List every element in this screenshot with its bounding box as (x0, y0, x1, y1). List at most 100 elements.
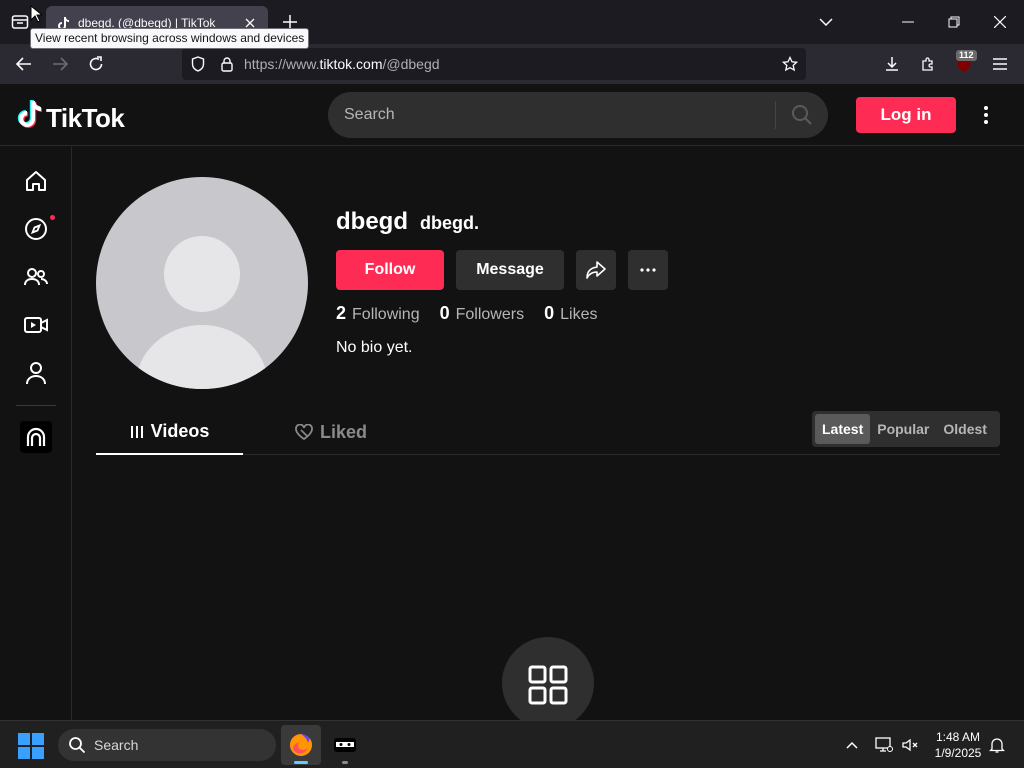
profile-stats: 2 Following 0 Followers 0 Likes (336, 303, 617, 324)
firefox-view-tooltip: View recent browsing across windows and … (30, 28, 310, 49)
search-button[interactable] (776, 92, 828, 138)
stat-label: Likes (560, 306, 598, 323)
plus-icon (283, 15, 297, 29)
following-icon (24, 268, 48, 286)
sidebar-item-home[interactable] (20, 165, 52, 197)
show-hidden-icons-button[interactable] (840, 733, 864, 757)
url-path: /@dbegd (382, 56, 440, 72)
videos-grid-icon (130, 425, 144, 439)
browser-nav-bar: https://www.tiktok.com/@dbegd 112 (0, 44, 1024, 84)
close-window-button[interactable] (984, 6, 1016, 38)
bookmark-star-icon[interactable] (774, 56, 806, 72)
default-avatar-icon (136, 236, 268, 389)
restore-button[interactable] (938, 6, 970, 38)
extension-badge-count: 112 (956, 50, 977, 61)
app-menu-button[interactable] (984, 48, 1016, 80)
empty-videos-placeholder (502, 637, 594, 729)
windows-logo-tile (18, 733, 30, 745)
stat-label: Following (352, 306, 420, 323)
sidebar-item-following[interactable] (20, 261, 52, 293)
login-button[interactable]: Log in (856, 97, 956, 133)
minimize-button[interactable] (892, 6, 924, 38)
tab-videos-label: Videos (150, 421, 210, 441)
home-icon (26, 171, 46, 191)
taskbar-clock[interactable]: 1:48 AM 1/9/2025 (928, 729, 988, 761)
search-icon (792, 105, 812, 125)
mouse-cursor-icon (30, 4, 44, 28)
lock-icon[interactable] (214, 56, 240, 72)
stat-followers[interactable]: 0 Followers (440, 303, 524, 324)
sort-popular[interactable]: Popular (870, 414, 936, 444)
taskbar-search-placeholder: Search (94, 737, 139, 753)
minimize-icon (902, 21, 914, 23)
search-input[interactable]: Search (328, 106, 775, 124)
url-prefix: https://www. (244, 56, 320, 72)
network-icon (875, 737, 893, 752)
windows-logo-tile (18, 747, 30, 759)
chevron-down-icon (819, 18, 833, 26)
network-tray-button[interactable] (872, 733, 896, 757)
list-all-tabs-button[interactable] (810, 6, 842, 38)
url-host: tiktok.com (319, 56, 383, 72)
windows-taskbar: Search 1:48 AM 1/9/2025 (0, 720, 1024, 768)
firefox-icon (290, 734, 312, 756)
logo-text: TikTok (46, 103, 125, 133)
liked-heart-icon (295, 424, 313, 440)
volume-tray-button[interactable] (898, 733, 922, 757)
sidebar-item-profile[interactable] (20, 357, 52, 389)
downloads-button[interactable] (876, 48, 908, 80)
follow-button[interactable]: Follow (336, 250, 444, 290)
reload-button[interactable] (80, 48, 112, 80)
stat-label: Followers (455, 306, 525, 323)
clock-time: 1:48 AM (935, 730, 981, 744)
share-button[interactable] (576, 250, 616, 290)
running-app-indicator (342, 761, 348, 764)
sidebar-item-explore[interactable] (20, 213, 55, 245)
url-text: https://www.tiktok.com/@dbegd (244, 56, 774, 72)
taskbar-app-firefox[interactable] (281, 725, 321, 765)
profile-nickname: dbegd. (420, 213, 479, 233)
grid-icon (528, 665, 568, 705)
profile-more-button[interactable] (628, 250, 668, 290)
windows-logo-tile (32, 733, 44, 745)
sort-oldest[interactable]: Oldest (936, 414, 994, 444)
puzzle-icon (922, 57, 933, 71)
search-bar[interactable]: Search (328, 92, 828, 138)
back-arrow-icon (16, 57, 31, 71)
tab-liked-label: Liked (319, 421, 367, 442)
close-icon (994, 16, 1006, 28)
sidebar-item-app[interactable] (20, 421, 52, 453)
notifications-button[interactable] (985, 733, 1009, 757)
explore-icon (25, 218, 47, 240)
stat-following[interactable]: 2 Following (336, 303, 420, 324)
profile-bio: No bio yet. (336, 339, 413, 356)
windows-logo-tile (32, 747, 44, 759)
extensions-button[interactable] (912, 48, 944, 80)
tab-liked[interactable]: Liked (256, 410, 406, 454)
sidebar-divider (16, 405, 56, 406)
stat-count: 2 (336, 303, 347, 323)
stat-count: 0 (439, 303, 450, 323)
start-button[interactable] (18, 733, 44, 759)
more-options-button[interactable] (974, 101, 998, 129)
more-horizontal-icon (640, 268, 656, 272)
left-sidebar (0, 147, 72, 720)
share-icon (586, 261, 606, 279)
search-icon (68, 736, 86, 754)
address-bar[interactable]: https://www.tiktok.com/@dbegd (182, 48, 806, 80)
clock-date: 1/9/2025 (934, 746, 982, 760)
tiktok-header: TikTok Search Log in (0, 84, 1024, 146)
message-button[interactable]: Message (456, 250, 564, 290)
live-icon (24, 317, 48, 333)
forward-button[interactable] (44, 48, 76, 80)
tab-videos[interactable]: Videos (96, 410, 243, 455)
taskbar-app-ninja[interactable] (325, 725, 365, 765)
back-button[interactable] (8, 48, 40, 80)
tracking-shield-icon[interactable] (182, 56, 214, 72)
tiktok-logo[interactable]: TikTok (16, 100, 125, 137)
tiktok-note-icon (16, 100, 43, 137)
sort-latest[interactable]: Latest (815, 414, 871, 444)
sidebar-item-live[interactable] (20, 309, 52, 341)
taskbar-search[interactable]: Search (58, 729, 276, 761)
avatar (96, 177, 308, 389)
